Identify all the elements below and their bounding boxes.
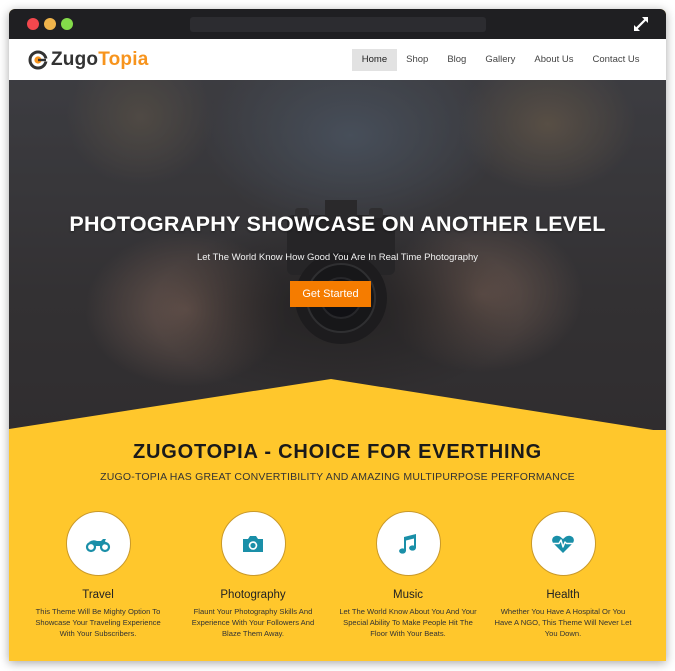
expand-arrows-icon[interactable] <box>632 15 650 33</box>
feature-description: Let The World Know About You And Your Sp… <box>339 607 477 638</box>
feature-description: Whether You Have A Hospital Or You Have … <box>494 607 632 638</box>
feature-card-travel: Travel This Theme Will Be Mighty Option … <box>23 511 173 639</box>
site-header: ZugoTopia Home Shop Blog Gallery About U… <box>9 39 666 80</box>
hero-subtitle: Let The World Know How Good You Are In R… <box>196 252 479 263</box>
nav-item-contact-us[interactable]: Contact Us <box>583 49 649 71</box>
music-note-icon <box>399 533 416 554</box>
logo-c-icon <box>28 50 48 70</box>
feature-icon-circle[interactable] <box>375 511 441 576</box>
feature-title: Health <box>546 589 580 601</box>
nav-item-blog[interactable]: Blog <box>438 49 476 71</box>
feature-title: Music <box>392 589 424 601</box>
nav-item-home[interactable]: Home <box>352 49 397 71</box>
main-nav: Home Shop Blog Gallery About Us Contact … <box>352 49 649 71</box>
feature-icon-circle[interactable] <box>220 511 286 576</box>
feature-description: Flaunt Your Photography Skills And Exper… <box>191 607 315 638</box>
nav-item-about-us[interactable]: About Us <box>525 49 583 71</box>
maximize-window-button[interactable] <box>61 18 73 30</box>
section-subtitle: ZUGO-TOPIA HAS GREAT CONVERTIBILITY AND … <box>100 471 575 483</box>
window-titlebar <box>9 9 666 39</box>
logo-text: ZugoTopia <box>51 50 149 70</box>
nav-item-gallery[interactable]: Gallery <box>476 49 525 71</box>
heartbeat-icon <box>552 535 574 553</box>
camera-icon <box>243 535 263 552</box>
logo-text-part2: Topia <box>98 49 149 70</box>
logo-text-part1: Zugo <box>51 49 99 70</box>
close-window-button[interactable] <box>27 18 39 30</box>
feature-icon-circle[interactable] <box>65 511 131 576</box>
feature-description: This Theme Will Be Mighty Option To Show… <box>35 607 161 638</box>
browser-window: ZugoTopia Home Shop Blog Gallery About U… <box>9 9 666 661</box>
feature-title: Photography <box>220 589 286 601</box>
motorcycle-icon <box>85 538 111 552</box>
address-bar[interactable] <box>190 17 486 32</box>
minimize-window-button[interactable] <box>44 18 56 30</box>
feature-card-music: Music Let The World Know About You And Y… <box>333 511 483 639</box>
feature-title: Travel <box>82 589 114 601</box>
site-logo[interactable]: ZugoTopia <box>28 50 149 70</box>
feature-card-health: Health Whether You Have A Hospital Or Yo… <box>488 511 638 639</box>
feature-icon-circle[interactable] <box>530 511 596 576</box>
get-started-button[interactable]: Get Started <box>290 281 371 307</box>
nav-item-shop[interactable]: Shop <box>397 49 438 71</box>
section-title: ZUGOTOPIA - CHOICE FOR EVERTHING <box>133 441 542 463</box>
hero-title: PHOTOGRAPHY SHOWCASE ON ANOTHER LEVEL <box>69 212 606 236</box>
feature-card-photography: Photography Flaunt Your Photography Skil… <box>178 511 328 639</box>
